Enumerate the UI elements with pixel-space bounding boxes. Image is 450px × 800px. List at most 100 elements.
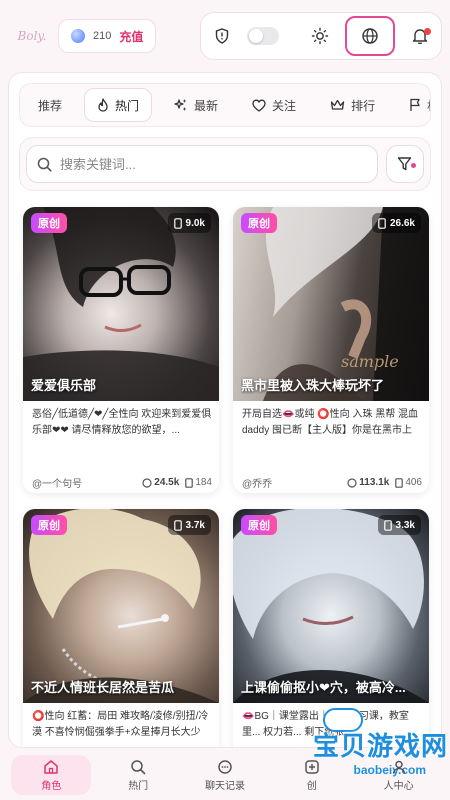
original-badge: 原创 [31,213,67,233]
search-icon [37,157,52,172]
phone-icon [383,519,392,531]
card-title: 黑市里被入珠大棒玩坏了 [241,378,385,393]
home-icon [44,759,59,774]
view-count-value: 26.6k [389,217,415,229]
phone-icon [378,217,386,229]
view-count: 9.0k [167,213,211,233]
bell-icon[interactable] [409,25,431,47]
sun-icon[interactable] [309,25,331,47]
nav-label: 创 [306,780,317,792]
nav-chat-history[interactable]: 聊天记录 [185,755,265,795]
search-icon [131,759,146,774]
chat-stat: 24.5k [142,477,179,488]
chat-icon [218,759,232,774]
card-image: 原创 3.3k 上课偷偷抠小❤穴，被高冷... [233,509,429,703]
card-image: 原创 3.7k 不近人情班长居然是苦瓜 [23,509,219,703]
view-count-value: 3.3k [395,519,415,531]
phone-icon [173,217,182,229]
view-count-value: 3.7k [185,519,205,531]
save-stat: 406 [395,477,422,488]
view-count: 3.7k [167,515,211,535]
character-card[interactable]: 原创 9.0k 爱爱俱乐部 恶俗╱低道德╱❤╱全性向 欢迎来到爱爱俱乐部❤❤ 请… [23,207,219,493]
tab-latest[interactable]: 最新 [162,88,230,122]
card-author[interactable]: @乔乔 [242,475,341,490]
nav-hot[interactable]: 热门 [98,755,178,795]
original-badge: 原创 [241,213,277,233]
tab-label: 推荐 [38,98,63,113]
app-logo[interactable]: Boly. [14,29,50,43]
save-count: 184 [195,477,212,488]
original-badge: 原创 [31,515,67,535]
credits-pill[interactable]: 210 充值 [58,19,157,53]
chat-bubble-icon [347,477,357,488]
character-card[interactable]: sample 原创 26.6k 黑市里被入珠大棒玩坏了 开局自选👄或纯 ⭕性向 … [233,207,429,493]
language-button[interactable] [345,16,395,56]
tab-follow[interactable]: 关注 [240,88,308,122]
save-stat: 184 [185,477,212,488]
phone-icon [173,519,182,531]
heart-icon [252,99,266,112]
flag-icon [410,98,420,111]
nav-label: 热门 [128,780,149,792]
tab-label: 热门 [115,98,140,113]
credit-count: 210 [93,30,112,42]
tab-recommend[interactable]: 推荐 [26,88,74,122]
card-title: 上课偷偷抠小❤穴，被高冷... [241,680,406,695]
card-image: 原创 9.0k 爱爱俱乐部 [23,207,219,401]
tab-ranking[interactable]: 排行 [318,88,387,122]
sparkle-icon [174,99,187,111]
nav-label: 聊天记录 [204,780,245,792]
tab-label: 排行 [351,98,376,113]
chat-bubble-icon [142,477,152,488]
chat-count: 113.1k [359,477,390,488]
card-description: 开局自选👄或纯 ⭕性向 入珠 黑帮 混血 daddy 囤已断【主人版】你是在黑市… [242,409,419,436]
nav-label: 角色 [41,780,62,792]
card-footer: @乔乔 113.1k 406 [242,475,422,490]
shield-icon[interactable] [211,25,233,47]
tab-cup[interactable]: 杯赛 [397,88,430,122]
tab-label: 关注 [272,98,297,113]
bookmark-icon [185,477,194,488]
header-left: Boly. 210 充值 [8,11,162,61]
card-title: 爱爱俱乐部 [31,378,97,393]
card-title: 不近人情班长居然是苦瓜 [31,680,175,695]
nav-characters[interactable]: 角色 [11,755,92,795]
gem-icon [71,29,85,43]
bookmark-icon [395,477,404,488]
globe-icon [362,28,378,44]
card-author[interactable]: @一个句号 [32,475,136,490]
original-badge: 原创 [241,515,277,535]
nav-profile[interactable]: 人中心 [359,755,439,795]
user-icon [392,760,405,774]
search-row [19,137,431,191]
card-footer: @一个句号 24.5k 184 [32,475,212,490]
search-input[interactable] [60,156,367,172]
chat-stat: 113.1k [347,477,389,488]
nav-create[interactable]: 创 [272,755,352,795]
header-actions [200,12,442,60]
main-panel: 推荐 热门 最新 关注 排行 杯赛 [8,72,442,748]
svg-text:sample: sample [341,352,399,371]
tab-hot[interactable]: 热门 [84,88,153,122]
card-image: sample 原创 26.6k 黑市里被入珠大棒玩坏了 [233,207,429,401]
view-count: 3.3k [377,515,421,535]
category-tabs: 推荐 热门 最新 关注 排行 杯赛 [19,83,431,127]
recharge-button[interactable]: 充值 [119,28,143,45]
tab-label: 最新 [194,98,219,113]
nav-label: 人中心 [383,780,414,792]
card-description: 恶俗╱低道德╱❤╱全性向 欢迎来到爱爱俱乐部❤❤ 请尽情释放您的欲望，... [32,409,212,436]
view-count: 26.6k [371,213,421,233]
chat-count: 24.5k [154,477,180,488]
filter-dot [411,163,416,168]
crown-icon [330,99,345,110]
mode-toggle[interactable] [247,27,279,45]
filter-button[interactable] [386,145,424,183]
top-header: Boly. 210 充值 [8,8,442,64]
save-count: 406 [405,477,422,488]
flame-icon [98,98,108,112]
search-box[interactable] [26,145,378,183]
notification-dot [424,28,431,35]
bottom-nav: 角色 热门 聊天记录 创 人中心 [8,754,442,796]
view-count-value: 9.0k [185,217,205,229]
character-card[interactable]: 原创 3.7k 不近人情班长居然是苦瓜 ⭕性向 红蓄：局田 难攻略/凌修/别扭/… [23,509,219,747]
